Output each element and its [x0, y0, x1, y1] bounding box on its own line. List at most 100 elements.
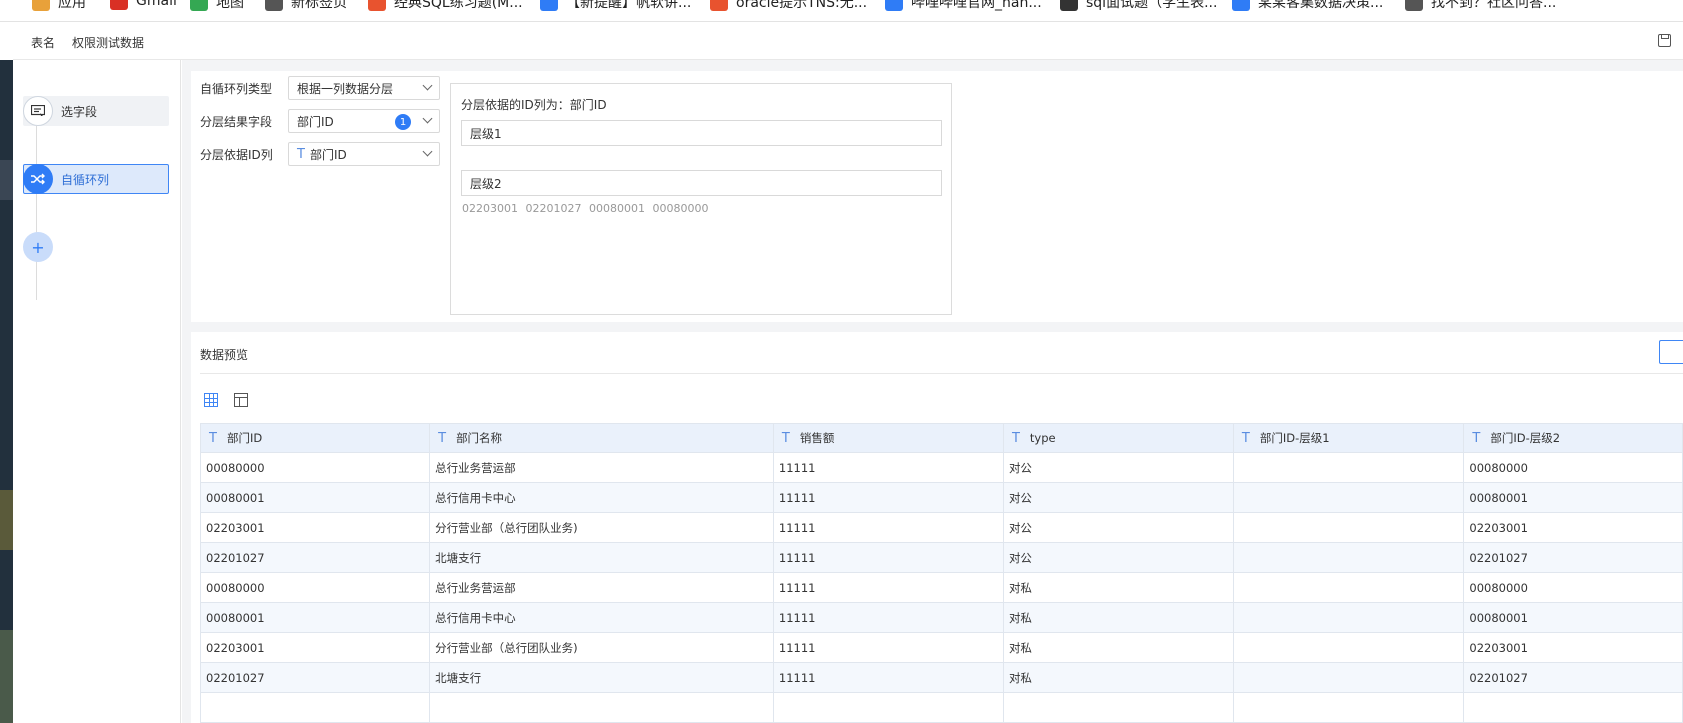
bookmark-favicon-icon: [32, 0, 50, 11]
column-header[interactable]: T 部门ID-层级2: [1463, 423, 1683, 453]
bookmark-label: 某某客集数据决策...: [1258, 0, 1384, 11]
bookmark-favicon-icon: [1060, 0, 1078, 11]
bookmark-favicon-icon: [1232, 0, 1250, 11]
table-cell: 02203001: [199, 512, 431, 543]
bookmark-item[interactable]: 应用: [32, 0, 86, 12]
desktop-background-strip: [0, 60, 13, 723]
data-preview-panel: 数据预览 T 部门ID T 部门名称 T 销售额 Ttype T 部门ID-层级1 T 部门ID-层…: [191, 332, 1683, 723]
data-preview-table: T 部门ID T 部门名称 T 销售额 Ttype T 部门ID-层级1 T 部门ID-层级2 00…: [199, 423, 1683, 723]
bookmark-favicon-icon: [265, 0, 283, 11]
table-cell: 11111: [772, 602, 1004, 633]
bookmark-item[interactable]: 【新提醒】帆软讲...: [540, 0, 691, 12]
loop-type-row: 自循环列类型 根据一列数据分层: [200, 76, 440, 100]
bookmark-label: 地图: [216, 0, 244, 11]
bookmark-item[interactable]: sql面试题（学生表...: [1060, 0, 1217, 12]
table-cell: 11111: [772, 452, 1004, 483]
table-cell: [1463, 692, 1683, 723]
table-cell: [1002, 692, 1234, 723]
add-step-button[interactable]: +: [23, 232, 53, 262]
column-header[interactable]: T 部门ID: [199, 423, 431, 453]
loop-type-label: 自循环列类型: [200, 81, 273, 96]
bookmark-item[interactable]: oracle提示TNS:无...: [710, 0, 867, 12]
table-cell: 对公: [1002, 482, 1234, 513]
bookmark-item[interactable]: 地图: [190, 0, 244, 12]
result-field-label: 分层结果字段: [200, 114, 273, 129]
preview-action-button[interactable]: [1659, 340, 1683, 364]
layer-1-input[interactable]: 层级1: [461, 120, 942, 146]
table-cell: 对公: [1002, 512, 1234, 543]
table-cell: [1232, 452, 1465, 483]
column-header-label: 部门名称: [456, 431, 503, 445]
tab-dataset-name[interactable]: 权限测试数据: [72, 34, 144, 51]
table-cell: 11111: [772, 482, 1004, 513]
chevron-down-icon: [422, 80, 433, 91]
column-header-label: 部门ID-层级1: [1259, 431, 1330, 445]
layer-2-input[interactable]: 层级2: [461, 170, 942, 196]
table-cell: 00080000: [199, 452, 431, 483]
result-field-select[interactable]: 部门ID 1: [288, 109, 440, 133]
bookmark-item[interactable]: Gmail: [110, 0, 177, 10]
bookmark-label: 新标签页: [291, 0, 347, 11]
table-cell: 分行营业部（总行团队业务): [429, 632, 774, 663]
table-cell: 02201027: [199, 542, 431, 573]
text-type-icon: T: [1241, 431, 1250, 446]
table-row: 00080001 总行信用卡中心 11111 对私 00080001: [199, 602, 1683, 633]
text-type-icon: T: [297, 146, 305, 162]
save-icon[interactable]: [1658, 34, 1671, 47]
table-cell: [1232, 482, 1465, 513]
step-select-fields[interactable]: 选字段: [23, 96, 169, 126]
table-cell: 11111: [772, 542, 1004, 573]
table-cell: 对公: [1002, 542, 1234, 573]
table-cell: 对私: [1002, 662, 1234, 693]
table-cell: 00080001: [1463, 602, 1683, 633]
column-header-label: 销售额: [799, 431, 835, 445]
result-field-value: 部门ID: [297, 114, 334, 129]
step-self-loop-column[interactable]: 自循环列: [23, 164, 169, 194]
table-cell: 02201027: [1463, 662, 1683, 693]
column-header[interactable]: T 部门ID-层级1: [1232, 423, 1465, 453]
layer-box-title: 分层依据的ID列为：部门ID: [461, 98, 607, 112]
table-cell: 00080001: [199, 482, 431, 513]
bookmark-favicon-icon: [368, 0, 386, 11]
id-column-select[interactable]: T 部门ID: [288, 142, 440, 166]
table-view-icon[interactable]: [204, 393, 218, 407]
table-cell: 对公: [1002, 452, 1234, 483]
bookmark-label: 应用: [58, 0, 86, 11]
shuffle-icon: [23, 164, 53, 194]
loop-type-select[interactable]: 根据一列数据分层: [288, 76, 440, 100]
bookmark-item[interactable]: 找不到？社区问答...: [1405, 0, 1556, 12]
bookmark-favicon-icon: [190, 0, 208, 11]
table-row: 00080000 总行业务营运部 11111 对公 00080000: [199, 452, 1683, 483]
table-cell: 总行信用卡中心: [429, 602, 774, 633]
table-cell: 02201027: [1463, 542, 1683, 573]
table-cell: 02201027: [199, 662, 431, 693]
tab-table-name[interactable]: 表名: [31, 34, 55, 51]
table-row: 00080001 总行信用卡中心 11111 对公 00080001: [199, 482, 1683, 513]
table-cell: [1232, 572, 1465, 603]
column-header[interactable]: T 部门名称: [429, 423, 774, 453]
table-cell: 11111: [772, 512, 1004, 543]
column-header[interactable]: T 销售额: [772, 423, 1004, 453]
bookmark-item[interactable]: 经典SQL练习题(M...: [368, 0, 523, 12]
id-column-label: 分层依据ID列: [200, 147, 273, 162]
column-header[interactable]: Ttype: [1002, 423, 1234, 453]
bookmark-item[interactable]: 新标签页: [265, 0, 347, 12]
table-cell: 02203001: [199, 632, 431, 663]
table-cell: 分行营业部（总行团队业务): [429, 512, 774, 543]
bookmark-favicon-icon: [885, 0, 903, 11]
bookmark-item[interactable]: 某某客集数据决策...: [1232, 0, 1383, 12]
table-cell: [1232, 662, 1465, 693]
text-type-icon: T: [1011, 430, 1020, 446]
table-cell: 00080000: [199, 572, 431, 603]
bookmark-item[interactable]: 哔哩哔哩官网_hah...: [885, 0, 1042, 12]
table-cell: 02203001: [1463, 632, 1683, 663]
card-view-icon[interactable]: [234, 393, 248, 407]
text-type-icon: T: [781, 431, 790, 446]
id-column-value: 部门ID: [309, 147, 347, 162]
bookmark-label: 【新提醒】帆软讲...: [566, 0, 692, 11]
bookmark-label: 找不到？社区问答...: [1431, 0, 1557, 11]
table-cell: 北塘支行: [429, 662, 774, 693]
table-cell: 对私: [1002, 632, 1234, 663]
preview-title: 数据预览: [200, 348, 249, 362]
text-type-icon: T: [1472, 431, 1481, 446]
